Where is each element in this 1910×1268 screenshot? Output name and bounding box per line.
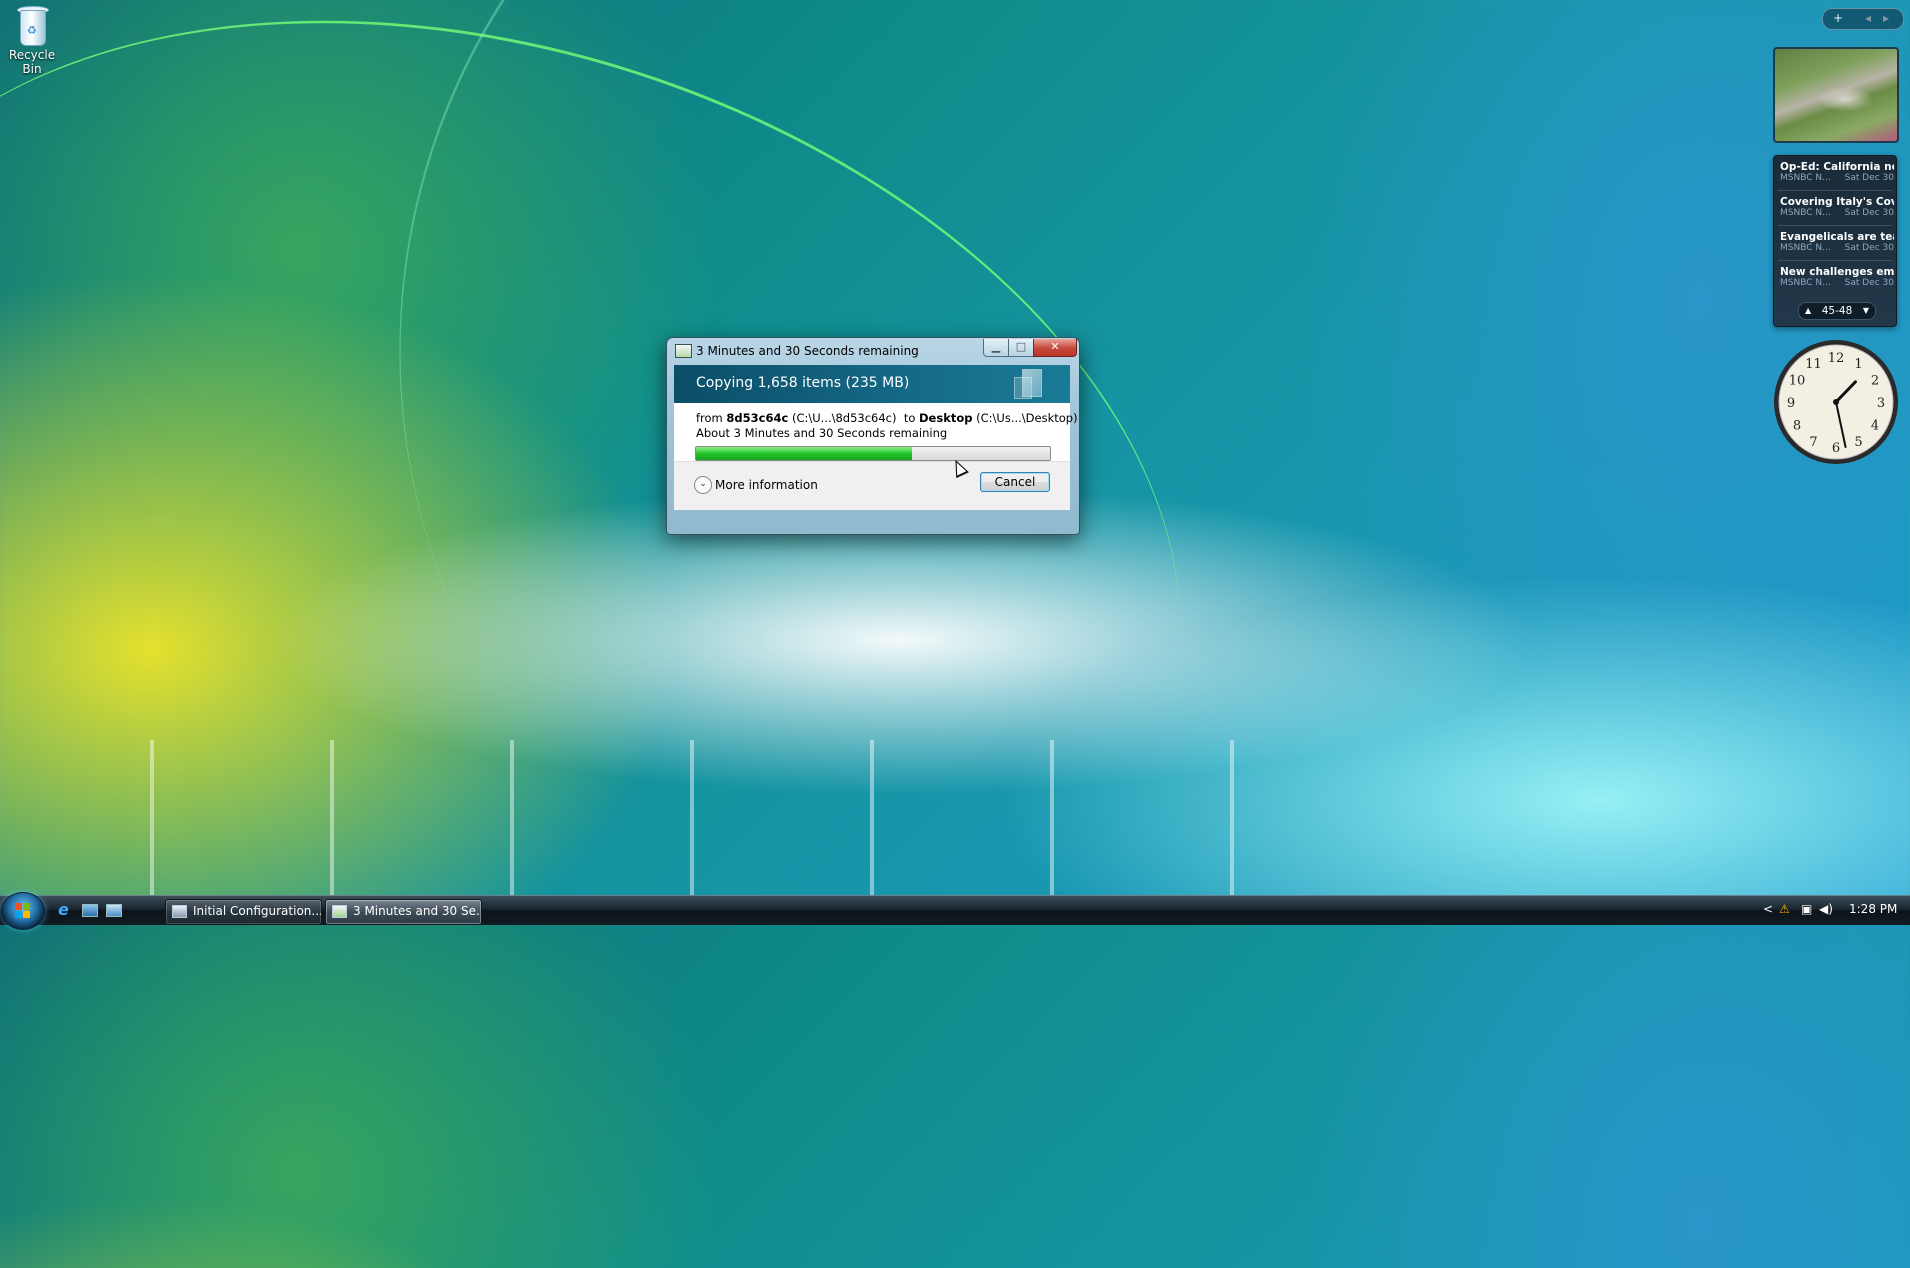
dialog-heading: Copying 1,658 items (235 MB): [696, 375, 910, 391]
clock-number: 5: [1854, 435, 1862, 450]
news-source: MSNBC N...: [1780, 278, 1831, 288]
document-icon: [1022, 369, 1042, 397]
taskbar-button-label: Initial Configuration...: [193, 904, 322, 918]
news-headline: Op-Ed: California nee...: [1780, 161, 1894, 173]
divider: [1778, 260, 1892, 261]
news-headline: Covering Italy's Covi...: [1780, 196, 1894, 208]
show-hidden-icons-button[interactable]: <: [1763, 902, 1773, 916]
clock-number: 12: [1828, 351, 1845, 366]
maximize-button[interactable]: □: [1008, 339, 1034, 357]
to-name[interactable]: Desktop: [919, 411, 972, 425]
news-feed-gadget: Op-Ed: California nee... MSNBC N... Sat D…: [1773, 155, 1897, 327]
volume-icon[interactable]: ◀): [1819, 902, 1833, 916]
from-label: from: [696, 411, 723, 425]
copy-progress-dialog: 3 Minutes and 30 Seconds remaining ▁ □ ✕…: [666, 337, 1080, 535]
clock-number: 1: [1854, 357, 1862, 372]
copy-source-destination: from 8d53c64c (C:\U...\8d53c64c) to Desk…: [696, 411, 1078, 425]
dialog-titlebar[interactable]: 3 Minutes and 30 Seconds remaining ▁ □ ✕: [667, 338, 1079, 364]
news-meta: MSNBC N... Sat Dec 30: [1780, 243, 1894, 253]
clock-number: 6: [1832, 441, 1840, 456]
copy-icon: [675, 344, 692, 358]
news-meta: MSNBC N... Sat Dec 30: [1780, 208, 1894, 218]
minimize-icon: ▁: [991, 340, 1001, 353]
clock-number: 3: [1877, 396, 1885, 411]
copy-progress-bar: [695, 446, 1051, 461]
news-pager: ▲ 45-48 ▼: [1798, 302, 1876, 320]
recycle-bin-icon: ♻: [14, 2, 50, 46]
news-source: MSNBC N...: [1780, 173, 1831, 183]
arrow-down-icon[interactable]: ▼: [1863, 303, 1869, 319]
maximize-icon: □: [1015, 340, 1027, 353]
arrow-up-icon[interactable]: ▲: [1805, 303, 1811, 319]
divider: [1778, 225, 1892, 226]
clock-number: 10: [1789, 374, 1806, 389]
dialog-header: Copying 1,658 items (235 MB): [674, 365, 1070, 403]
show-desktop-icon[interactable]: [82, 904, 98, 917]
close-icon: ✕: [1050, 340, 1060, 353]
desktop-icon-label: Recycle Bin: [8, 48, 56, 76]
initial-configuration-icon: [172, 905, 187, 918]
news-date: Sat Dec 30: [1844, 243, 1894, 253]
clock-number: 11: [1805, 357, 1822, 372]
news-date: Sat Dec 30: [1844, 208, 1894, 218]
expand-chevron-icon[interactable]: ⌄: [694, 476, 712, 494]
close-button[interactable]: ✕: [1033, 339, 1077, 357]
windows-logo-icon: [15, 903, 31, 919]
clock-pin: [1833, 399, 1839, 405]
more-information-link[interactable]: More information: [715, 478, 818, 492]
sidebar-controls: + ◂ ▸: [1822, 8, 1904, 30]
notification-area: < ⚠ ▣ ◀): [1763, 902, 1843, 920]
minimize-button[interactable]: ▁: [983, 339, 1009, 357]
cancel-button[interactable]: Cancel: [980, 472, 1050, 492]
clock-number: 9: [1787, 396, 1795, 411]
dialog-footer: ⌄ More information Cancel: [674, 461, 1070, 510]
time-remaining: About 3 Minutes and 30 Seconds remaining: [696, 426, 948, 440]
clock-number: 2: [1871, 374, 1879, 389]
divider: [1778, 190, 1892, 191]
dialog-title: 3 Minutes and 30 Seconds remaining: [696, 344, 919, 358]
clock-gadget[interactable]: 12 12 3 45678 9 10 11: [1772, 338, 1900, 466]
copy-icon: [332, 905, 347, 918]
network-icon[interactable]: ▣: [1801, 902, 1812, 916]
news-page-range: 45-48: [1821, 305, 1853, 317]
taskbar-button-copy-dialog[interactable]: 3 Minutes and 30 Se...: [325, 899, 482, 925]
news-meta: MSNBC N... Sat Dec 30: [1780, 278, 1894, 288]
news-source: MSNBC N...: [1780, 243, 1831, 253]
internet-explorer-icon[interactable]: e: [58, 902, 74, 918]
sidebar-prev-button[interactable]: ◂: [1865, 11, 1871, 25]
add-gadget-button[interactable]: +: [1833, 11, 1843, 25]
sidebar-next-button[interactable]: ▸: [1883, 11, 1889, 25]
start-button[interactable]: [1, 892, 45, 930]
news-source: MSNBC N...: [1780, 208, 1831, 218]
news-meta: MSNBC N... Sat Dec 30: [1780, 173, 1894, 183]
slideshow-gadget[interactable]: [1773, 47, 1899, 143]
security-alert-icon[interactable]: ⚠: [1779, 902, 1790, 916]
to-label: to: [903, 411, 916, 425]
news-date: Sat Dec 30: [1844, 173, 1894, 183]
from-name[interactable]: 8d53c64c: [726, 411, 788, 425]
to-path: (C:\Us...\Desktop): [976, 411, 1078, 425]
progress-fill: [696, 447, 912, 460]
taskbar-button-label: 3 Minutes and 30 Se...: [353, 904, 482, 918]
clock-number: 7: [1809, 435, 1817, 450]
dialog-content: from 8d53c64c (C:\U...\8d53c64c) to Desk…: [674, 403, 1078, 461]
news-headline: Evangelicals are teac...: [1780, 231, 1894, 243]
desktop-icon-recycle-bin[interactable]: ♻ Recycle Bin: [0, 0, 64, 76]
taskbar-clock[interactable]: 1:28 PM: [1849, 902, 1897, 916]
clock-number: 4: [1871, 419, 1879, 434]
news-date: Sat Dec 30: [1844, 278, 1894, 288]
clock-number: 8: [1793, 419, 1801, 434]
news-item[interactable]: New challenges eme... MSNBC N... Sat Dec …: [1780, 266, 1894, 300]
switch-windows-icon[interactable]: [106, 904, 122, 917]
taskbar: e Initial Configuration... 3 Minutes and…: [0, 892, 1910, 930]
news-headline: New challenges eme...: [1780, 266, 1894, 278]
from-path: (C:\U...\8d53c64c): [791, 411, 897, 425]
taskbar-button-initial-configuration[interactable]: Initial Configuration...: [165, 899, 322, 925]
